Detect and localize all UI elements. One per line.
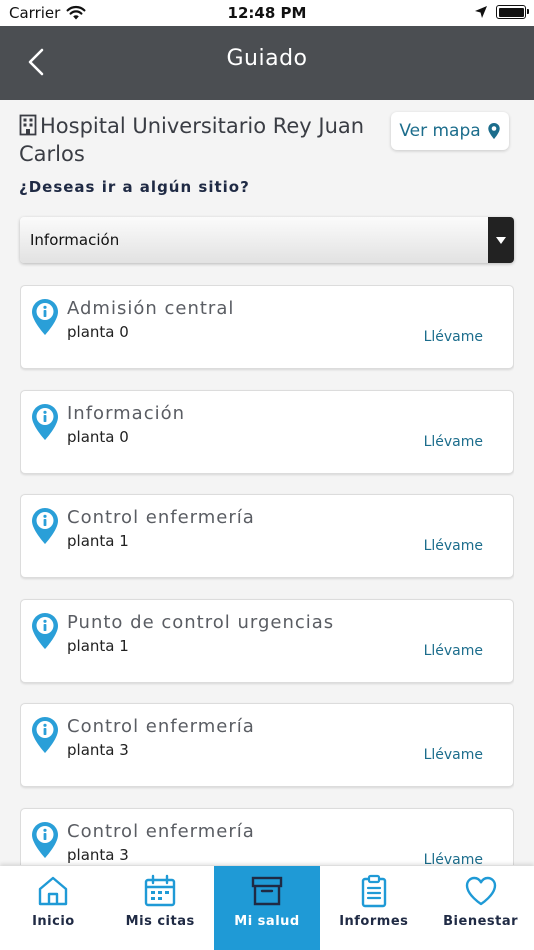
take-me-link[interactable]: Llévame: [424, 747, 483, 763]
list-item: Control enfermería planta 3 Llévame: [20, 703, 514, 787]
location-name: Control enfermería: [67, 820, 255, 842]
hospital-name: Hospital Universitario Rey Juan Carlos: [19, 114, 365, 166]
map-pin-icon: [487, 123, 500, 139]
tab-label: Bienestar: [443, 914, 519, 929]
take-me-link[interactable]: Llévame: [424, 434, 483, 450]
list-item: Control enfermería planta 1 Llévame: [20, 494, 514, 578]
take-me-link[interactable]: Llévame: [424, 329, 483, 345]
battery-icon: [496, 5, 529, 19]
caret-down-icon: [488, 217, 514, 263]
location-floor: planta 1: [67, 532, 129, 550]
tab-label: Inicio: [32, 914, 75, 929]
home-icon: [39, 876, 68, 906]
status-bar: Carrier 12:48 PM: [0, 0, 534, 26]
wifi-icon: [66, 5, 86, 20]
destination-question: ¿Deseas ir a algún sitio?: [19, 178, 250, 196]
archive-box-icon: [251, 876, 283, 906]
tab-bienestar[interactable]: Bienestar: [427, 866, 534, 950]
clipboard-icon: [361, 874, 386, 908]
view-map-button[interactable]: Ver mapa: [391, 112, 509, 150]
list-item: Punto de control urgencias planta 1 Llév…: [20, 598, 514, 683]
info-pin-icon: [32, 403, 58, 440]
list-item: Control enfermería planta 3 Llévame: [20, 807, 514, 866]
info-pin-icon: [32, 821, 58, 858]
calendar-icon: [144, 874, 176, 907]
carrier-label: Carrier: [9, 4, 61, 22]
category-select-value: Información: [30, 231, 120, 249]
location-floor: planta 0: [67, 427, 129, 446]
info-pin-icon: [32, 717, 58, 753]
nav-bar: Guiado: [0, 26, 534, 100]
tab-label: Mi salud: [234, 914, 300, 929]
tab-mis-citas[interactable]: Mis citas: [107, 866, 214, 950]
status-right: [474, 5, 529, 19]
tab-mi-salud[interactable]: Mi salud: [213, 866, 321, 950]
back-button[interactable]: [16, 42, 56, 82]
tab-inicio[interactable]: Inicio: [0, 866, 107, 950]
location-name: Control enfermería: [67, 507, 255, 528]
location-floor: planta 0: [67, 323, 129, 341]
location-name: Control enfermería: [67, 716, 255, 737]
location-name: Punto de control urgencias: [67, 611, 335, 633]
status-left: Carrier: [9, 4, 86, 22]
category-select[interactable]: Información: [20, 217, 514, 263]
hospital-header: Hospital Universitario Rey Juan Carlos: [19, 112, 379, 168]
take-me-link[interactable]: Llévame: [424, 643, 483, 659]
location-name: Información: [67, 402, 186, 424]
tab-label: Informes: [339, 914, 409, 929]
page-title: Guiado: [226, 46, 308, 71]
take-me-link[interactable]: Llévame: [424, 852, 483, 866]
tab-label: Mis citas: [125, 914, 195, 929]
list-item: Información planta 0 Llévame: [20, 389, 514, 474]
tab-bar: Inicio Mis citas Mi salud Informes Biene…: [0, 866, 534, 950]
chevron-left-icon: [28, 48, 44, 76]
heart-icon: [465, 876, 496, 906]
info-pin-icon: [32, 508, 58, 544]
location-floor: planta 3: [67, 845, 129, 864]
locations-list[interactable]: Admisión central planta 0 Llévame Inform…: [20, 285, 514, 865]
location-floor: planta 3: [67, 741, 129, 759]
location-name: Admisión central: [67, 298, 235, 319]
info-pin-icon: [32, 612, 58, 649]
view-map-label: Ver mapa: [399, 121, 481, 141]
take-me-link[interactable]: Llévame: [424, 538, 483, 554]
location-arrow-icon: [475, 6, 487, 18]
location-floor: planta 1: [67, 636, 129, 655]
info-pin-icon: [32, 299, 58, 335]
building-icon: [19, 114, 37, 136]
list-item: Admisión central planta 0 Llévame: [20, 285, 514, 369]
tab-informes[interactable]: Informes: [320, 866, 427, 950]
